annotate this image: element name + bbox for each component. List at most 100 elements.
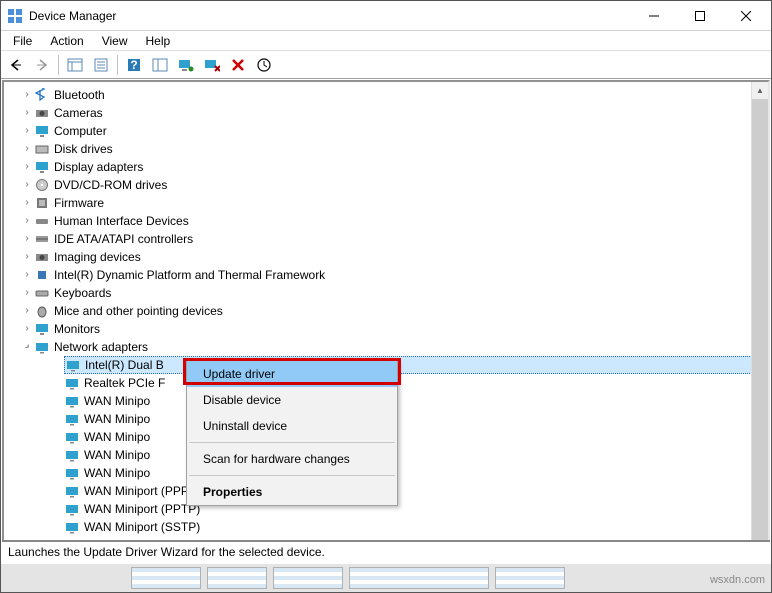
properties-icon[interactable] <box>89 54 113 76</box>
back-button[interactable] <box>4 54 28 76</box>
maximize-button[interactable] <box>677 2 723 30</box>
close-button[interactable] <box>723 2 769 30</box>
menu-view[interactable]: View <box>94 33 136 49</box>
adapter-wan-1[interactable]: WAN Minipo <box>64 410 768 428</box>
expand-icon[interactable]: › <box>20 194 34 212</box>
adapter-wan-pppoe[interactable]: WAN Miniport (PPPOE) <box>64 482 768 500</box>
hid-icon <box>34 213 50 229</box>
nic-icon <box>64 429 80 445</box>
separator <box>189 442 395 443</box>
scroll-thumb[interactable] <box>752 99 768 543</box>
tree-item-dvd[interactable]: ›DVD/CD-ROM drives <box>20 176 768 194</box>
tree-item-bluetooth[interactable]: ›Bluetooth <box>20 86 768 104</box>
ctx-properties[interactable]: Properties <box>187 479 397 505</box>
help-icon[interactable]: ? <box>122 54 146 76</box>
nic-icon <box>65 357 81 373</box>
tree-item-disk-drives[interactable]: ›Disk drives <box>20 140 768 158</box>
ide-icon <box>34 231 50 247</box>
nic-icon <box>64 375 80 391</box>
minimize-button[interactable] <box>631 2 677 30</box>
tree-item-imaging[interactable]: ›Imaging devices <box>20 248 768 266</box>
tree-item-computer[interactable]: ›Computer <box>20 122 768 140</box>
chip-icon <box>34 267 50 283</box>
tree-item-keyboards[interactable]: ›Keyboards <box>20 284 768 302</box>
adapter-wan-2[interactable]: WAN Minipo <box>64 428 768 446</box>
expand-icon[interactable]: › <box>20 302 34 320</box>
app-icon <box>7 8 23 24</box>
footer <box>1 564 771 592</box>
titlebar: Device Manager <box>1 1 771 31</box>
thumbnail <box>349 567 489 589</box>
expand-icon[interactable]: › <box>20 158 34 176</box>
expand-icon[interactable]: › <box>20 176 34 194</box>
watermark: wsxdn.com <box>710 574 765 586</box>
ctx-disable-device[interactable]: Disable device <box>187 387 397 413</box>
tree-item-display-adapters[interactable]: ›Display adapters <box>20 158 768 176</box>
mouse-icon <box>34 303 50 319</box>
scan-icon[interactable] <box>148 54 172 76</box>
adapter-wan-3[interactable]: WAN Minipo <box>64 446 768 464</box>
thumbnail <box>131 567 201 589</box>
show-hidden-icon[interactable] <box>63 54 87 76</box>
adapter-intel-dual[interactable]: Intel(R) Dual B <box>64 356 768 374</box>
nic-icon <box>64 411 80 427</box>
display-icon <box>34 159 50 175</box>
tree-item-cameras[interactable]: ›Cameras <box>20 104 768 122</box>
thumbnail <box>273 567 343 589</box>
camera-icon <box>34 105 50 121</box>
expand-icon[interactable]: › <box>20 248 34 266</box>
menu-action[interactable]: Action <box>42 33 91 49</box>
adapter-wan-4[interactable]: WAN Minipo <box>64 464 768 482</box>
update-driver-icon[interactable] <box>174 54 198 76</box>
expand-icon[interactable]: › <box>20 230 34 248</box>
ctx-scan-hardware[interactable]: Scan for hardware changes <box>187 446 397 472</box>
nic-icon <box>64 483 80 499</box>
thumbnail <box>495 567 565 589</box>
expand-icon[interactable]: › <box>20 122 34 140</box>
monitor-icon <box>34 321 50 337</box>
vertical-scrollbar[interactable]: ▲ ▼ <box>751 82 768 560</box>
expand-icon[interactable]: › <box>20 104 34 122</box>
bluetooth-icon <box>34 87 50 103</box>
toolbar: ? <box>1 51 771 79</box>
nic-icon <box>64 393 80 409</box>
expand-icon[interactable]: › <box>20 212 34 230</box>
nic-icon <box>64 501 80 517</box>
context-menu: Update driver Disable device Uninstall d… <box>186 360 398 506</box>
scroll-up-icon[interactable]: ▲ <box>752 82 768 99</box>
tree-item-mice[interactable]: ›Mice and other pointing devices <box>20 302 768 320</box>
device-tree-panel: ›Bluetooth ›Cameras ›Computer ›Disk driv… <box>2 80 770 562</box>
dvd-icon <box>34 177 50 193</box>
nic-icon <box>64 465 80 481</box>
disk-icon <box>34 141 50 157</box>
ctx-update-driver[interactable]: Update driver <box>187 361 397 387</box>
ctx-uninstall-device[interactable]: Uninstall device <box>187 413 397 439</box>
forward-button[interactable] <box>30 54 54 76</box>
menu-help[interactable]: Help <box>138 33 179 49</box>
adapter-wan-sstp[interactable]: WAN Miniport (SSTP) <box>64 518 768 536</box>
computer-icon <box>34 123 50 139</box>
status-bar: Launches the Update Driver Wizard for th… <box>2 540 770 562</box>
expand-icon[interactable]: › <box>20 140 34 158</box>
svg-text:?: ? <box>130 58 137 72</box>
expand-icon[interactable]: › <box>20 86 34 104</box>
window-title: Device Manager <box>29 9 631 23</box>
adapter-wan-pptp[interactable]: WAN Miniport (PPTP) <box>64 500 768 518</box>
keyboard-icon <box>34 285 50 301</box>
tree-item-monitors[interactable]: ›Monitors <box>20 320 768 338</box>
tree-item-firmware[interactable]: ›Firmware <box>20 194 768 212</box>
menu-file[interactable]: File <box>5 33 40 49</box>
uninstall-icon[interactable] <box>200 54 224 76</box>
expand-icon[interactable]: › <box>20 266 34 284</box>
tree-item-intel-dptf[interactable]: ›Intel(R) Dynamic Platform and Thermal F… <box>20 266 768 284</box>
tree-item-network-adapters[interactable]: ›Network adapters <box>20 338 768 356</box>
adapter-realtek[interactable]: Realtek PCIe F <box>64 374 768 392</box>
tree-item-hid[interactable]: ›Human Interface Devices <box>20 212 768 230</box>
tree-item-ide[interactable]: ›IDE ATA/ATAPI controllers <box>20 230 768 248</box>
disable-icon[interactable] <box>226 54 250 76</box>
adapter-wan-0[interactable]: WAN Minipo <box>64 392 768 410</box>
enable-icon[interactable] <box>252 54 276 76</box>
thumbnail <box>207 567 267 589</box>
nic-icon <box>64 447 80 463</box>
expand-icon[interactable]: › <box>20 284 34 302</box>
